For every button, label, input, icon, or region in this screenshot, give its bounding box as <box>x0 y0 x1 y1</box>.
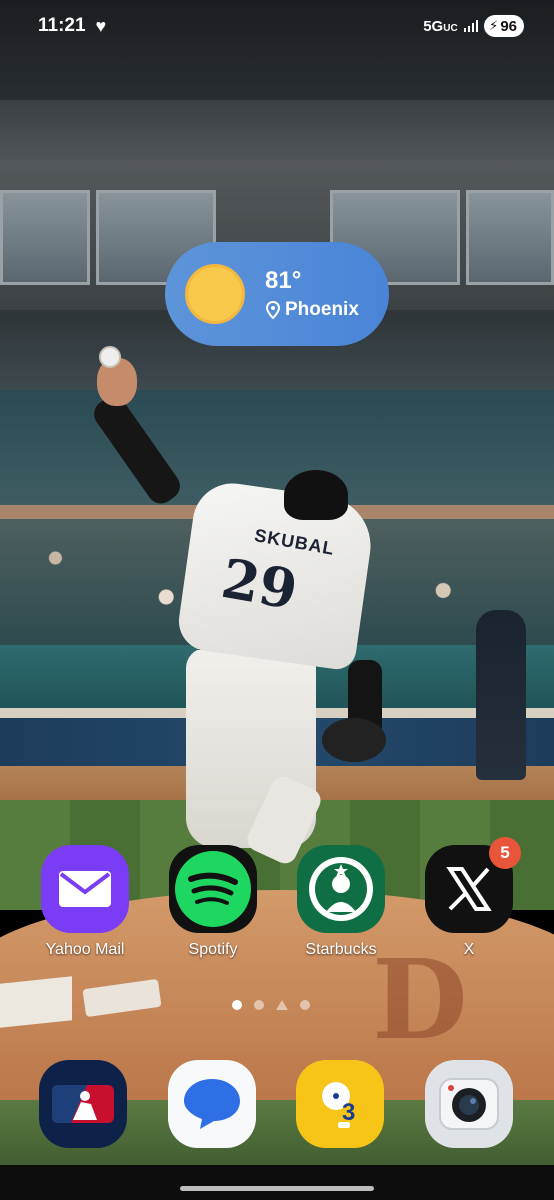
home-gesture-handle[interactable] <box>180 1186 374 1191</box>
pitcher-cap <box>284 470 348 520</box>
app-label: X <box>463 941 475 958</box>
page-dot[interactable] <box>300 1000 310 1010</box>
weather-location: Phoenix <box>285 299 359 320</box>
page-dot[interactable] <box>254 1000 264 1010</box>
app-label: Spotify <box>188 941 238 958</box>
camera-icon <box>439 1078 499 1130</box>
heart-icon: ♥ <box>95 16 107 36</box>
sun-icon <box>185 264 245 324</box>
tigers-logo: D <box>372 935 468 1064</box>
notification-badge: 5 <box>489 837 521 869</box>
yahoo-mail-icon[interactable] <box>41 845 129 933</box>
clock: 11:21 <box>38 15 86 36</box>
app-label: Starbucks <box>305 941 377 958</box>
signal-strength-icon <box>463 20 479 32</box>
spotify-app-icon[interactable] <box>169 845 257 933</box>
app-yahoo-mail[interactable]: Yahoo Mail <box>30 845 140 959</box>
envelope-icon <box>59 871 111 907</box>
weather-widget[interactable]: 81° Phoenix <box>165 242 389 346</box>
messages-app-icon[interactable] <box>168 1060 256 1148</box>
battery-indicator: ⚡ 96 <box>484 15 524 37</box>
mlb-app-icon[interactable] <box>39 1060 127 1148</box>
bixby-icon: 3 <box>322 1082 355 1128</box>
x-logo-icon <box>446 867 492 911</box>
spotify-icon <box>175 851 251 927</box>
status-bar: 11:21 ♥ 5GUC ⚡ 96 <box>0 0 554 52</box>
app-spotify[interactable]: Spotify <box>158 845 268 959</box>
jersey-number: 29 <box>217 545 303 623</box>
charging-bolt-icon: ⚡ <box>489 18 499 33</box>
starbucks-icon <box>309 857 373 921</box>
bixby-app-icon[interactable]: 3 <box>296 1060 384 1148</box>
starbucks-app-icon[interactable] <box>297 845 385 933</box>
baseball <box>99 346 121 368</box>
dock-app-bixby[interactable]: 3 <box>285 1060 395 1148</box>
umpire-figure <box>476 610 526 780</box>
home-page-dot-icon[interactable] <box>276 1000 288 1010</box>
app-starbucks[interactable]: Starbucks <box>286 845 396 959</box>
location-pin-icon <box>265 301 281 319</box>
camera-app-icon[interactable] <box>425 1060 513 1148</box>
svg-text:3: 3 <box>342 1099 355 1126</box>
x-app-icon[interactable]: 5 <box>425 837 521 933</box>
dock-app-mlb[interactable] <box>28 1060 138 1148</box>
navigation-bar <box>0 1165 554 1200</box>
baseball-glove <box>322 718 386 762</box>
mlb-icon <box>52 1085 114 1123</box>
wallpaper: D SKUBAL 29 <box>0 0 554 1200</box>
home-screen: D SKUBAL 29 11:21 ♥ 5GUC ⚡ 96 81° Phoeni… <box>0 0 554 1200</box>
dock-app-camera[interactable] <box>414 1060 524 1148</box>
page-indicator[interactable] <box>232 1000 310 1010</box>
app-x[interactable]: 5 X <box>414 837 524 959</box>
network-type: 5GUC <box>423 17 458 35</box>
weather-temperature: 81° <box>265 267 302 294</box>
chat-bubble-icon <box>184 1079 240 1129</box>
page-dot-active[interactable] <box>232 1000 242 1010</box>
dock-app-messages[interactable] <box>157 1060 267 1148</box>
app-label: Yahoo Mail <box>45 941 125 958</box>
